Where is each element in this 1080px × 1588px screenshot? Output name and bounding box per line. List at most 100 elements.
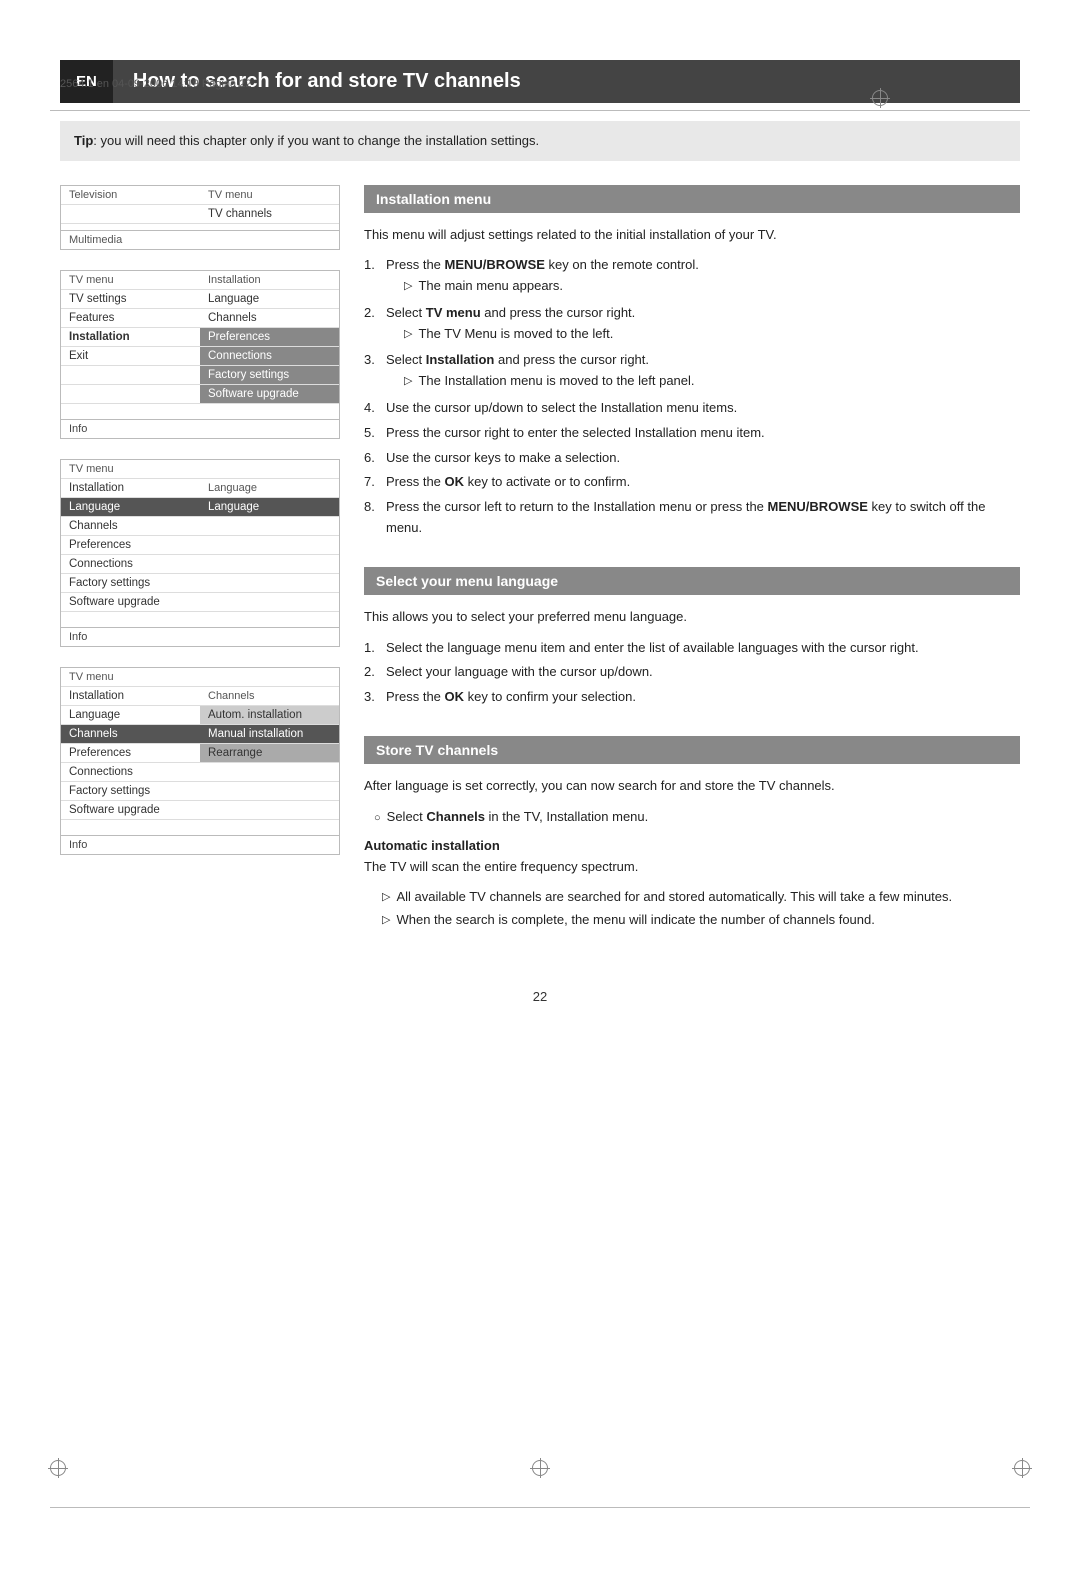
diag2-channels: Channels: [200, 309, 339, 327]
diag4-preferences: Preferences: [61, 744, 200, 762]
diag2-software: Software upgrade: [200, 385, 339, 403]
diag1-cell-television: Television: [61, 186, 200, 204]
installation-menu-header: Installation menu: [364, 185, 1020, 213]
store-channels-bullet-text: Select Channels in the TV, Installation …: [387, 807, 649, 828]
step-8-num: 8.: [364, 497, 380, 539]
lang-step-3: 3. Press the OK key to confirm your sele…: [364, 687, 1020, 708]
diag3-empty3: [200, 536, 339, 554]
diag3-empty: [200, 460, 339, 478]
arrow-icon-2: ▷: [404, 326, 412, 344]
arrow-icon: ▷: [404, 278, 412, 296]
step-5-num: 5.: [364, 423, 380, 444]
step-7-num: 7.: [364, 472, 380, 493]
page-meta-text: 2564.1 en 04-09-2006 14:19 Pagina 22: [60, 78, 251, 90]
store-channels-section: Store TV channels After language is set …: [364, 736, 1020, 931]
lang-step-3-num: 3.: [364, 687, 380, 708]
diag2-empty3: [200, 420, 339, 438]
diag2-exit: Exit: [61, 347, 200, 365]
diag4-spacer: [61, 820, 200, 835]
diag3-info: Info: [61, 628, 200, 646]
step-7: 7. Press the OK key to activate or to co…: [364, 472, 1020, 493]
select-language-section: Select your menu language This allows yo…: [364, 567, 1020, 708]
diag1-cell-empty2: [61, 224, 200, 230]
diag4-tvmenu: TV menu: [61, 668, 200, 686]
diag4-channels-header: Channels: [200, 687, 339, 705]
lang-step-2: 2. Select your language with the cursor …: [364, 662, 1020, 683]
diag2-empty1: [61, 366, 200, 384]
tip-box: Tip: you will need this chapter only if …: [60, 121, 1020, 161]
arrow-icon-3: ▷: [404, 373, 412, 391]
diag1-cell-tvchannels: TV channels: [200, 205, 339, 223]
diag4-empty: [200, 668, 339, 686]
diag3-language-header: Language: [200, 479, 339, 497]
diagram-1: Television TV menu TV channels Multimedi…: [60, 185, 340, 250]
arrow-icon-5: ▷: [382, 912, 390, 930]
diag3-software: Software upgrade: [61, 593, 200, 611]
diag3-channels: Channels: [61, 517, 200, 535]
step-1-content: Press the MENU/BROWSE key on the remote …: [386, 255, 1020, 299]
page-number-text: 22: [533, 989, 547, 1004]
diag3-connections: Connections: [61, 555, 200, 573]
step-6-content: Use the cursor keys to make a selection.: [386, 448, 1020, 469]
installation-menu-section: Installation menu This menu will adjust …: [364, 185, 1020, 539]
tip-text: : you will need this chapter only if you…: [93, 133, 539, 148]
diag4-empty4: [200, 801, 339, 819]
auto-sub-1: ▷ All available TV channels are searched…: [382, 887, 1020, 908]
diag4-autom: Autom. installation: [200, 706, 339, 724]
top-border: [50, 110, 1030, 111]
diag4-empty5: [200, 836, 339, 854]
tip-label: Tip: [74, 133, 93, 148]
step-1-num: 1.: [364, 255, 380, 299]
diag4-installation: Installation: [61, 687, 200, 705]
lang-step-2-content: Select your language with the cursor up/…: [386, 662, 1020, 683]
select-language-header: Select your menu language: [364, 567, 1020, 595]
lang-step-1-content: Select the language menu item and enter …: [386, 638, 1020, 659]
diag3-installation: Installation: [61, 479, 200, 497]
store-channels-header: Store TV channels: [364, 736, 1020, 764]
diag4-connections: Connections: [61, 763, 200, 781]
step-5-content: Press the cursor right to enter the sele…: [386, 423, 1020, 444]
step-2-sub: The TV Menu is moved to the left.: [418, 324, 613, 345]
diagram-3: TV menu Installation Language Language L…: [60, 459, 340, 647]
page-meta: 2564.1 en 04-09-2006 14:19 Pagina 22: [60, 78, 251, 90]
main-content: Television TV menu TV channels Multimedi…: [60, 185, 1020, 960]
diag3-empty6: [200, 593, 339, 611]
diagram-4: TV menu Installation Channels Language A…: [60, 667, 340, 855]
lang-step-1-num: 1.: [364, 638, 380, 659]
bullet-icon: ○: [374, 810, 381, 828]
step-8-content: Press the cursor left to return to the I…: [386, 497, 1020, 539]
step-5: 5. Press the cursor right to enter the s…: [364, 423, 1020, 444]
step-3-sub: The Installation menu is moved to the le…: [418, 371, 694, 392]
step-2: 2. Select TV menu and press the cursor r…: [364, 303, 1020, 347]
diag4-software: Software upgrade: [61, 801, 200, 819]
right-column: Installation menu This menu will adjust …: [364, 185, 1020, 960]
store-channels-bullet: ○ Select Channels in the TV, Installatio…: [374, 807, 1020, 828]
diag2-spacer: [61, 404, 200, 419]
left-column: Television TV menu TV channels Multimedi…: [60, 185, 340, 960]
auto-install-header: Automatic installation: [364, 838, 1020, 853]
diag3-empty2: [200, 517, 339, 535]
diag4-info: Info: [61, 836, 200, 854]
diag2-tvmenu: TV menu: [61, 271, 200, 289]
step-2-content: Select TV menu and press the cursor righ…: [386, 303, 1020, 347]
step-6: 6. Use the cursor keys to make a selecti…: [364, 448, 1020, 469]
step-3-num: 3.: [364, 350, 380, 394]
lang-step-3-content: Press the OK key to confirm your selecti…: [386, 687, 1020, 708]
diag2-connections: Connections: [200, 347, 339, 365]
diag4-empty2: [200, 763, 339, 781]
diag2-empty2: [61, 385, 200, 403]
step-2-num: 2.: [364, 303, 380, 347]
diag2-installation: Installation: [200, 271, 339, 289]
diag3-language-right: Language: [200, 498, 339, 516]
step-4-content: Use the cursor up/down to select the Ins…: [386, 398, 1020, 419]
installation-steps: 1. Press the MENU/BROWSE key on the remo…: [364, 255, 1020, 539]
diag2-tvsettings: TV settings: [61, 290, 200, 308]
diag3-tvmenu: TV menu: [61, 460, 200, 478]
diag4-empty3: [200, 782, 339, 800]
diagram-2: TV menu Installation TV settings Languag…: [60, 270, 340, 439]
diag2-spacer2: [200, 404, 339, 419]
select-language-intro: This allows you to select your preferred…: [364, 607, 1020, 628]
diag3-spacer: [61, 612, 200, 627]
diag3-factory: Factory settings: [61, 574, 200, 592]
step-8: 8. Press the cursor left to return to th…: [364, 497, 1020, 539]
